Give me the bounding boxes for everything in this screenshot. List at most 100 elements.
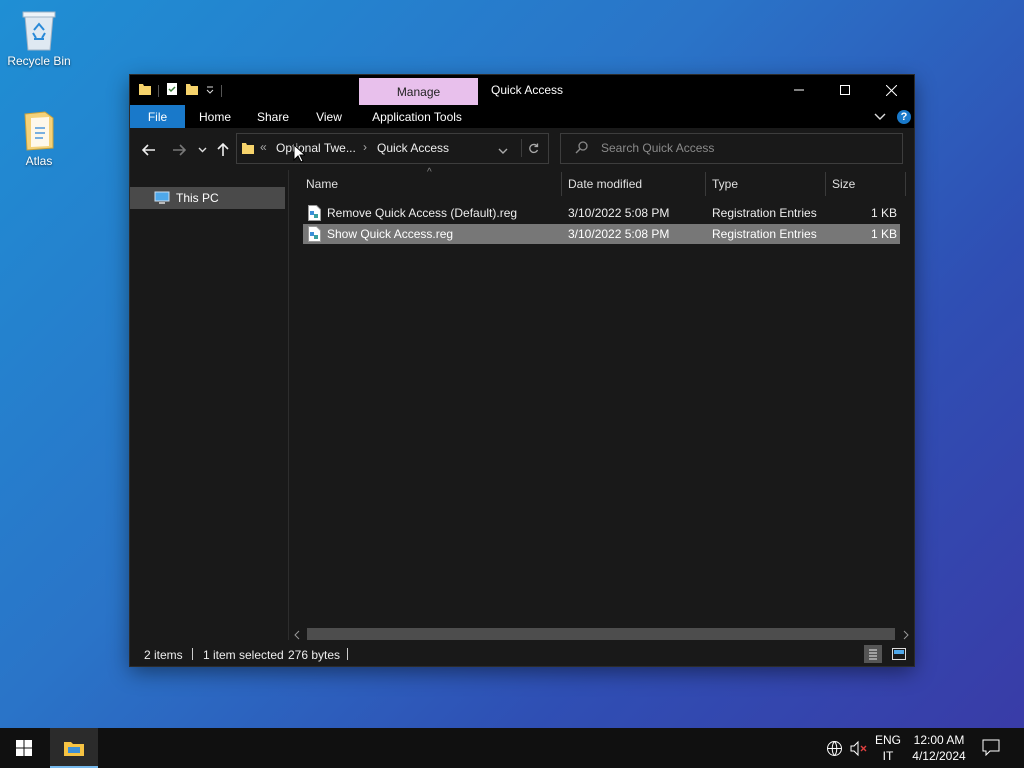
up-arrow-icon — [217, 143, 229, 156]
expand-ribbon-icon[interactable] — [874, 111, 886, 125]
help-icon[interactable]: ? — [897, 110, 911, 124]
registry-file-icon — [308, 205, 321, 221]
desktop-icon-recycle-bin[interactable]: Recycle Bin — [4, 8, 74, 68]
recycle-bin-icon — [19, 8, 59, 52]
column-divider[interactable] — [705, 172, 706, 196]
search-icon — [575, 141, 588, 157]
registry-file-icon — [308, 226, 321, 242]
column-header-size[interactable]: Size — [832, 170, 902, 198]
tab-home[interactable]: Home — [193, 105, 237, 128]
volume-muted-icon[interactable] — [850, 740, 868, 760]
mouse-cursor — [293, 143, 307, 166]
network-globe-icon[interactable] — [826, 740, 843, 760]
search-box[interactable]: Search Quick Access — [560, 133, 903, 164]
breadcrumb-current[interactable]: Quick Access — [377, 141, 449, 155]
ribbon-tabs: File Home Share View Application Tools ? — [130, 105, 914, 128]
breadcrumb-overflow[interactable]: « — [260, 140, 267, 154]
desktop-icon-label: Recycle Bin — [7, 54, 71, 68]
large-icons-view-button[interactable] — [890, 645, 908, 663]
sidebar-item-this-pc[interactable]: This PC — [130, 187, 285, 209]
language-indicator[interactable]: ENG IT — [873, 733, 903, 763]
tab-share[interactable]: Share — [252, 105, 294, 128]
clock-date: 4/12/2024 — [912, 749, 966, 763]
action-center-icon[interactable] — [982, 739, 1000, 759]
file-name: Remove Quick Access (Default).reg — [327, 206, 518, 220]
desktop-icon-label: Atlas — [25, 154, 53, 168]
taskbar-file-explorer-button[interactable] — [50, 728, 98, 768]
file-size: 1 KB — [870, 227, 897, 241]
language-code: ENG — [874, 733, 901, 747]
minimize-icon — [794, 89, 804, 91]
column-header-type[interactable]: Type — [712, 170, 822, 198]
details-view-icon — [869, 649, 877, 660]
maximize-button[interactable] — [822, 75, 868, 105]
forward-arrow-icon — [173, 144, 186, 156]
tab-application-tools[interactable]: Application Tools — [364, 105, 470, 128]
taskbar: ENG IT 12:00 AM 4/12/2024 — [0, 728, 1024, 768]
back-button[interactable] — [139, 140, 159, 160]
details-view-button[interactable] — [864, 645, 882, 663]
folder-icon — [19, 108, 59, 152]
file-date: 3/10/2022 5:08 PM — [568, 227, 670, 241]
column-divider[interactable] — [825, 172, 826, 196]
folder-icon — [138, 82, 152, 99]
window-title: Quick Access — [491, 83, 564, 97]
file-type: Registration Entries — [712, 206, 817, 220]
large-icons-view-icon — [892, 648, 906, 660]
computer-icon — [154, 191, 170, 205]
keyboard-layout: IT — [882, 749, 894, 763]
address-history-button[interactable] — [498, 144, 508, 158]
status-divider — [192, 648, 193, 660]
file-size: 1 KB — [870, 206, 897, 220]
clock-time: 12:00 AM — [913, 733, 965, 747]
scroll-left-icon[interactable] — [294, 629, 300, 643]
status-divider — [347, 648, 348, 660]
navigation-bar: « Optional Twe... › Quick Access Search … — [130, 128, 914, 170]
close-icon — [885, 84, 897, 96]
column-divider[interactable] — [905, 172, 906, 196]
tab-file[interactable]: File — [130, 105, 185, 128]
forward-button[interactable] — [169, 140, 189, 160]
minimize-button[interactable] — [776, 75, 822, 105]
table-row[interactable]: Show Quick Access.reg 3/10/2022 5:08 PM … — [303, 224, 900, 244]
navigation-pane: This PC — [130, 170, 288, 640]
table-row[interactable]: Remove Quick Access (Default).reg 3/10/2… — [303, 203, 900, 223]
chevron-down-icon — [198, 147, 206, 153]
toolbar-divider — [158, 84, 159, 97]
column-divider[interactable] — [561, 172, 562, 196]
windows-logo-icon — [16, 740, 32, 756]
close-button[interactable] — [868, 75, 914, 105]
sidebar-item-label: This PC — [176, 191, 219, 205]
file-date: 3/10/2022 5:08 PM — [568, 206, 670, 220]
column-header-name[interactable]: Name — [306, 170, 556, 198]
horizontal-scrollbar[interactable] — [289, 626, 914, 642]
scrollbar-thumb[interactable] — [307, 628, 895, 640]
properties-icon[interactable] — [165, 82, 179, 99]
address-bar[interactable]: « Optional Twe... › Quick Access — [236, 133, 549, 164]
customize-toolbar-icon[interactable] — [205, 84, 215, 98]
refresh-icon — [528, 143, 538, 153]
file-explorer-icon — [64, 742, 84, 756]
status-item-count: 2 items — [144, 648, 183, 662]
column-header-date-modified[interactable]: Date modified — [568, 170, 703, 198]
maximize-icon — [840, 85, 850, 95]
start-button[interactable] — [0, 728, 48, 768]
recent-locations-button[interactable] — [192, 140, 212, 160]
status-bar: 2 items 1 item selected 276 bytes — [130, 642, 914, 666]
new-folder-icon[interactable] — [185, 82, 199, 99]
clock[interactable]: 12:00 AM 4/12/2024 — [907, 733, 971, 763]
up-button[interactable] — [213, 140, 233, 160]
tab-manage[interactable]: Manage — [359, 78, 478, 105]
tab-view[interactable]: View — [310, 105, 348, 128]
desktop-icon-atlas[interactable]: Atlas — [4, 108, 74, 168]
refresh-button[interactable] — [521, 139, 544, 157]
breadcrumb-chevron-icon[interactable]: › — [363, 140, 367, 154]
breadcrumb-parent[interactable]: Optional Twe... — [276, 141, 356, 155]
file-explorer-window: Manage Quick Access File Home Share View… — [130, 75, 914, 666]
quick-access-toolbar — [138, 82, 222, 99]
chevron-down-icon — [498, 148, 508, 154]
title-bar[interactable]: Manage Quick Access — [130, 75, 914, 105]
search-input[interactable]: Search Quick Access — [601, 141, 714, 155]
file-name: Show Quick Access.reg — [327, 227, 454, 241]
scroll-right-icon[interactable] — [903, 629, 909, 643]
